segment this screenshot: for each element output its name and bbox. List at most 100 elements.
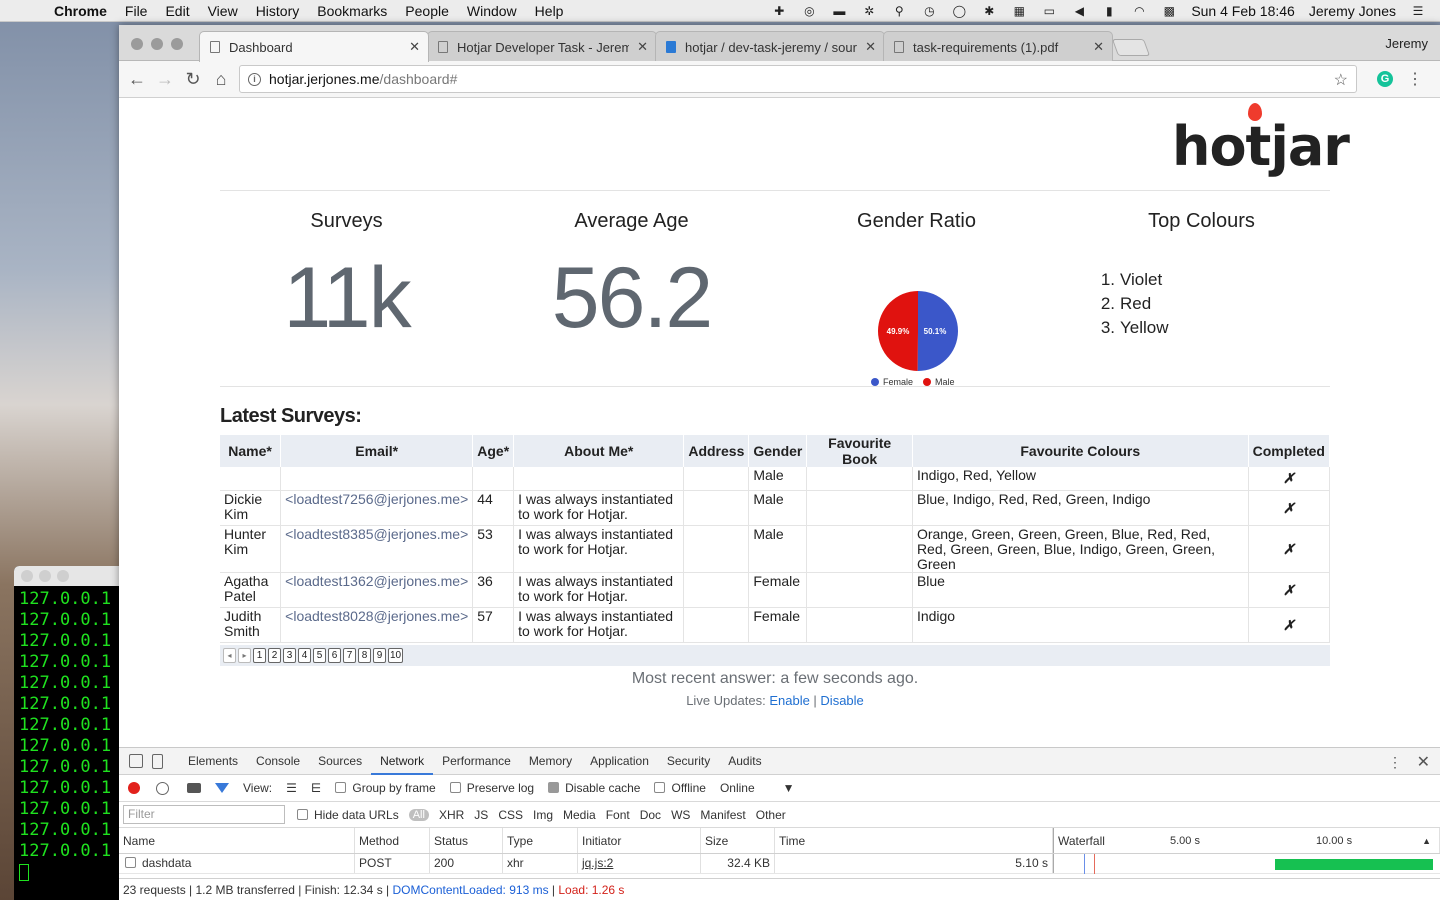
col-initiator[interactable]: Initiator bbox=[578, 828, 701, 853]
menu-app-chrome[interactable]: Chrome bbox=[54, 3, 107, 19]
volume-icon[interactable]: ◀ bbox=[1071, 4, 1087, 18]
grammarly-extension-icon[interactable]: G bbox=[1377, 71, 1393, 87]
forward-icon[interactable]: → bbox=[154, 69, 176, 90]
tab-memory[interactable]: Memory bbox=[520, 748, 581, 775]
col-gender[interactable]: Gender bbox=[748, 435, 808, 467]
filter-ws[interactable]: WS bbox=[671, 808, 690, 822]
table-row[interactable]: Male Indigo, Red, Yellow ✗ bbox=[220, 467, 1331, 491]
offline-checkbox[interactable]: Offline bbox=[654, 781, 706, 795]
tab-elements[interactable]: Elements bbox=[179, 748, 247, 775]
col-name[interactable]: Name* bbox=[220, 435, 282, 467]
network-request-row[interactable]: dashdata POST 200 xhr jq.js:2 32.4 KB 5.… bbox=[119, 854, 1440, 874]
page-button[interactable]: 5 bbox=[313, 648, 326, 663]
spotlight-search-icon[interactable]: ⚲ bbox=[891, 4, 907, 18]
prev-page-button[interactable]: ◂ bbox=[223, 648, 236, 663]
tab-performance[interactable]: Performance bbox=[433, 748, 520, 775]
back-icon[interactable]: ← bbox=[126, 69, 148, 90]
filter-css[interactable]: CSS bbox=[498, 808, 523, 822]
tab-sources[interactable]: Sources bbox=[309, 748, 371, 775]
tab-task-requirements-pdf[interactable]: task-requirements (1).pdf ✕ bbox=[883, 31, 1113, 62]
email-link[interactable]: <loadtest1362@jerjones.me> bbox=[285, 573, 468, 589]
reload-icon[interactable]: ↻ bbox=[182, 69, 204, 90]
filter-doc[interactable]: Doc bbox=[640, 808, 661, 822]
close-devtools-icon[interactable]: ✕ bbox=[1417, 752, 1430, 772]
time-machine-icon[interactable]: ◷ bbox=[921, 4, 937, 18]
devtools-menu-icon[interactable]: ⋮ bbox=[1388, 754, 1402, 771]
email-link[interactable]: <loadtest8385@jerjones.me> bbox=[285, 526, 468, 542]
email-link[interactable]: <loadtest7256@jerjones.me> bbox=[285, 491, 468, 507]
site-info-icon[interactable]: i bbox=[248, 72, 261, 86]
tab-security[interactable]: Security bbox=[658, 748, 719, 775]
tab-hotjar-developer-task[interactable]: Hotjar Developer Task - Jerem ✕ bbox=[427, 31, 657, 62]
next-page-button[interactable]: ▸ bbox=[238, 648, 251, 663]
close-tab-icon[interactable]: ✕ bbox=[865, 39, 876, 55]
menu-file[interactable]: File bbox=[125, 3, 148, 19]
tab-dashboard[interactable]: Dashboard ✕ bbox=[199, 31, 429, 62]
filter-media[interactable]: Media bbox=[563, 808, 596, 822]
tab-console[interactable]: Console bbox=[247, 748, 309, 775]
headphones-icon[interactable]: ◎ bbox=[801, 4, 817, 18]
table-row[interactable]: Judith Smith <loadtest8028@jerjones.me> 57… bbox=[220, 607, 1331, 643]
page-button[interactable]: 2 bbox=[268, 648, 281, 663]
large-rows-icon[interactable]: ☰ bbox=[286, 781, 297, 795]
chat-bubble-icon[interactable]: ◯ bbox=[951, 4, 967, 18]
filter-other[interactable]: Other bbox=[756, 808, 786, 822]
capture-screenshots-icon[interactable] bbox=[187, 783, 201, 793]
filter-input[interactable]: Filter bbox=[123, 805, 285, 824]
filter-all[interactable]: All bbox=[408, 808, 429, 821]
flag-uk-icon[interactable]: ▩ bbox=[1161, 4, 1177, 18]
profile-name[interactable]: Jeremy bbox=[1385, 36, 1428, 51]
enable-live-updates-link[interactable]: Enable bbox=[769, 693, 809, 708]
col-about-me[interactable]: About Me* bbox=[513, 435, 685, 467]
battery-bar-icon[interactable]: ▬ bbox=[831, 4, 847, 18]
tab-audits[interactable]: Audits bbox=[719, 748, 770, 775]
page-button[interactable]: 8 bbox=[358, 648, 371, 663]
page-button[interactable]: 4 bbox=[298, 648, 311, 663]
page-button[interactable]: 9 bbox=[373, 648, 386, 663]
col-email[interactable]: Email* bbox=[280, 435, 474, 467]
disable-cache-checkbox[interactable]: Disable cache bbox=[548, 781, 640, 795]
col-time[interactable]: Time bbox=[775, 828, 1053, 853]
bug-icon[interactable]: ✲ bbox=[861, 4, 877, 18]
bluetooth-icon[interactable]: ✱ bbox=[981, 4, 997, 18]
col-favourite-book[interactable]: Favourite Book bbox=[806, 435, 913, 467]
inspect-element-icon[interactable] bbox=[129, 754, 143, 768]
filter-js[interactable]: JS bbox=[474, 808, 488, 822]
close-window-button[interactable] bbox=[131, 38, 143, 50]
page-button[interactable]: 10 bbox=[388, 648, 404, 663]
request-initiator-link[interactable]: jq.js:2 bbox=[578, 854, 701, 873]
bookmark-star-icon[interactable]: ☆ bbox=[1334, 70, 1348, 90]
preserve-log-checkbox[interactable]: Preserve log bbox=[449, 781, 534, 795]
menu-window[interactable]: Window bbox=[467, 3, 517, 19]
table-row[interactable]: Hunter Kim <loadtest8385@jerjones.me> 53 I … bbox=[220, 525, 1331, 573]
page-button[interactable]: 3 bbox=[283, 648, 296, 663]
menubar-user[interactable]: Jeremy Jones bbox=[1309, 3, 1396, 19]
menu-help[interactable]: Help bbox=[535, 3, 564, 19]
wifi-icon[interactable]: ◠ bbox=[1131, 4, 1147, 18]
new-tab-button[interactable] bbox=[1111, 39, 1151, 56]
menu-history[interactable]: History bbox=[256, 3, 300, 19]
home-icon[interactable]: ⌂ bbox=[210, 69, 232, 90]
terminal-window[interactable]: 127.0.0.1 127.0.0.1 127.0.0.1 127.0.0.1 127.… bbox=[14, 566, 124, 900]
menu-people[interactable]: People bbox=[405, 3, 449, 19]
group-by-frame-checkbox[interactable]: Group by frame bbox=[335, 781, 436, 795]
zoom-window-button[interactable] bbox=[171, 38, 183, 50]
overview-icon[interactable]: ⋿ bbox=[311, 781, 321, 795]
hide-data-urls-checkbox[interactable]: Hide data URLs bbox=[297, 808, 399, 822]
tab-application[interactable]: Application bbox=[581, 748, 658, 775]
plus-extension-icon[interactable]: ✚ bbox=[771, 4, 787, 18]
col-size[interactable]: Size bbox=[701, 828, 775, 853]
menu-view[interactable]: View bbox=[208, 3, 238, 19]
col-waterfall[interactable]: Waterfall 5.00 s 10.00 s ▲ bbox=[1053, 828, 1440, 853]
address-bar[interactable]: i hotjar.jerjones.me/dashboard# ☆ bbox=[239, 65, 1357, 93]
tab-network[interactable]: Network bbox=[371, 748, 434, 775]
col-favourite-colours[interactable]: Favourite Colours bbox=[912, 435, 1249, 467]
close-tab-icon[interactable]: ✕ bbox=[1093, 39, 1104, 55]
notification-list-icon[interactable]: ☰ bbox=[1410, 4, 1426, 18]
col-name[interactable]: Name bbox=[119, 828, 355, 853]
clear-icon[interactable] bbox=[156, 781, 169, 795]
chrome-menu-icon[interactable]: ⋮ bbox=[1407, 69, 1423, 89]
col-completed[interactable]: Completed bbox=[1248, 435, 1331, 467]
table-row[interactable]: Agatha Patel <loadtest1362@jerjones.me> 36… bbox=[220, 572, 1331, 608]
disable-live-updates-link[interactable]: Disable bbox=[820, 693, 863, 708]
